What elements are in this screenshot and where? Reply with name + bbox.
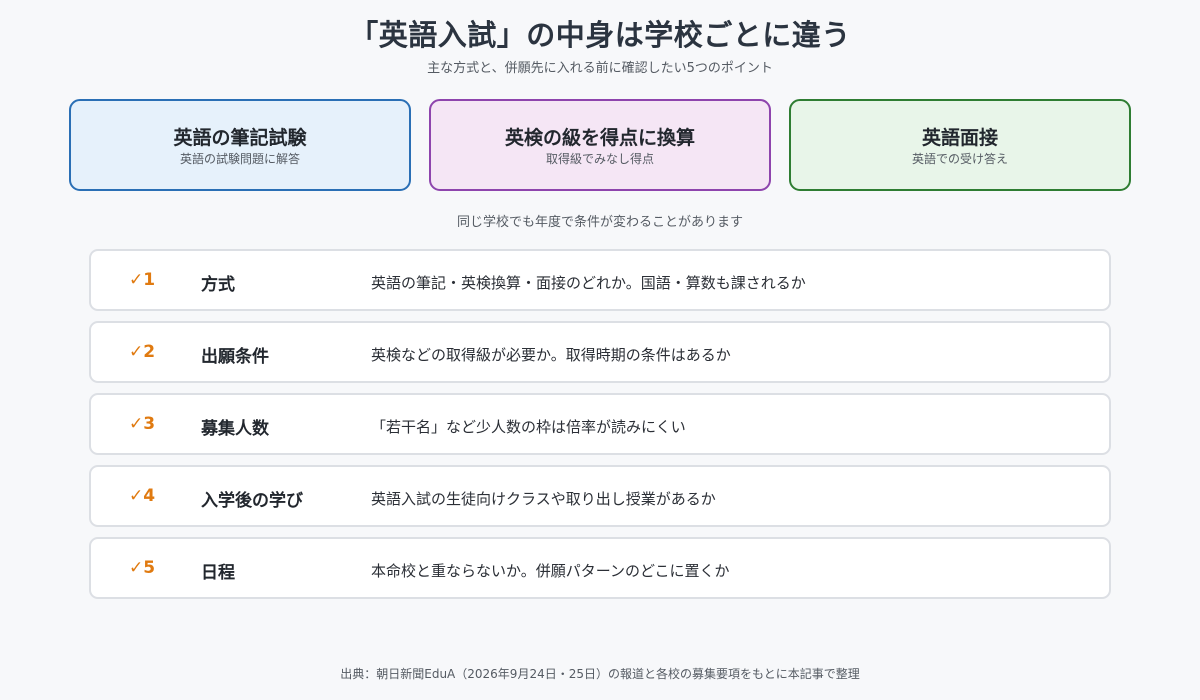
check-detail: 本命校と重ならないか。併願パターンのどこに置くか	[371, 562, 730, 580]
check-label: 方式	[201, 275, 235, 295]
checklist-row-schedule: ✓5 日程 本命校と重ならないか。併願パターンのどこに置くか	[89, 537, 1111, 599]
method-cards: 英語の筆記試験 英語の試験問題に解答 英検の級を得点に換算 取得級でみなし得点 …	[69, 99, 1131, 191]
caution-note: 同じ学校でも年度で条件が変わることがあります	[456, 215, 743, 230]
check-number: ✓2	[129, 342, 156, 362]
method-name: 英検の級を得点に換算	[504, 127, 695, 149]
check-detail: 英検などの取得級が必要か。取得時期の条件はあるか	[371, 346, 731, 364]
check-number: ✓3	[129, 414, 156, 434]
method-card-written: 英語の筆記試験 英語の試験問題に解答	[69, 99, 411, 191]
method-card-interview: 英語面接 英語での受け答え	[789, 99, 1131, 191]
method-card-eiken-conversion: 英検の級を得点に換算 取得級でみなし得点	[429, 99, 771, 191]
checklist-row-method: ✓1 方式 英語の筆記・英検換算・面接のどれか。国語・算数も課されるか	[89, 249, 1111, 311]
checklist-row-post-admission-learning: ✓4 入学後の学び 英語入試の生徒向けクラスや取り出し授業があるか	[89, 465, 1111, 527]
check-detail: 「若干名」など少人数の枠は倍率が読みにくい	[371, 418, 686, 436]
page-title: 「英語入試」の中身は学校ごとに違う	[349, 18, 851, 52]
check-label: 募集人数	[201, 419, 269, 439]
check-label: 出願条件	[201, 347, 269, 367]
check-number: ✓5	[129, 558, 156, 578]
method-name: 英語の筆記試験	[173, 127, 307, 149]
method-desc: 英語での受け答え	[911, 152, 1008, 166]
checklist-row-enrollment-count: ✓3 募集人数 「若干名」など少人数の枠は倍率が読みにくい	[89, 393, 1111, 455]
check-label: 日程	[201, 563, 235, 583]
method-name: 英語面接	[921, 127, 998, 149]
method-desc: 英語の試験問題に解答	[179, 152, 300, 166]
check-number: ✓1	[129, 270, 156, 290]
check-label: 入学後の学び	[201, 491, 303, 511]
checklist-row-application-conditions: ✓2 出願条件 英検などの取得級が必要か。取得時期の条件はあるか	[89, 321, 1111, 383]
method-desc: 取得級でみなし得点	[545, 152, 654, 166]
page-subtitle: 主な方式と、併願先に入れる前に確認したい5つのポイント	[427, 61, 773, 76]
source-citation: 出典：朝日新聞EduA（2026年9月24日・25日）の報道と各校の募集要項をも…	[340, 667, 860, 681]
check-detail: 英語入試の生徒向けクラスや取り出し授業があるか	[371, 490, 716, 508]
check-detail: 英語の筆記・英検換算・面接のどれか。国語・算数も課されるか	[371, 274, 806, 292]
check-number: ✓4	[129, 486, 156, 506]
